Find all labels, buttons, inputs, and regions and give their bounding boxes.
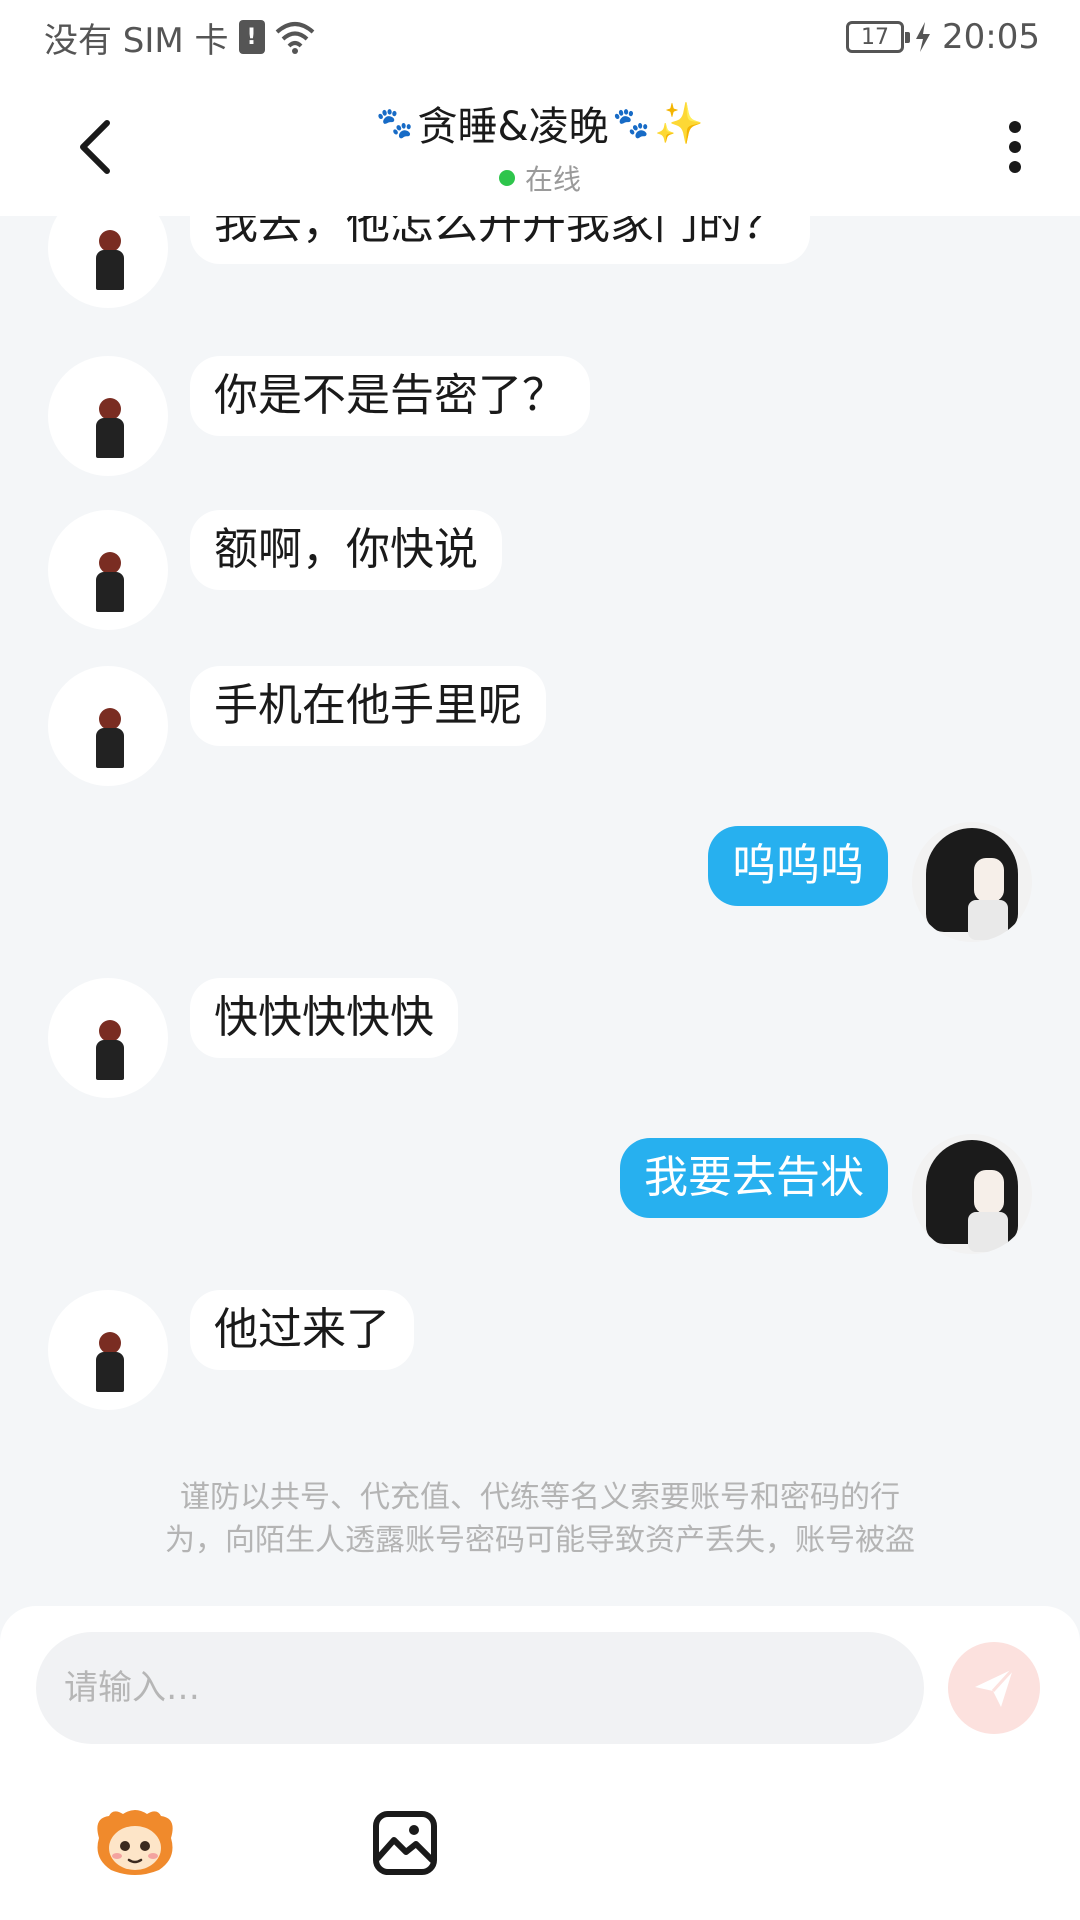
paw-icon: 🐾 (612, 105, 651, 141)
security-notice-line: 谨防以共号、代充值、代练等名义索要账号和密码的行 (180, 1480, 900, 1515)
message-received: 快快快快快 (48, 978, 458, 1098)
status-left: 没有 SIM 卡 ! (44, 13, 315, 62)
contact-avatar[interactable] (48, 1290, 168, 1410)
emoji-button[interactable] (90, 1798, 180, 1888)
message-received: 他过来了 (48, 1290, 414, 1410)
charging-icon (916, 22, 931, 52)
message-sent: 呜呜呜 (708, 822, 1032, 942)
message-received: 你是不是告密了？ (48, 356, 590, 476)
message-bubble[interactable]: 我要去告状 (620, 1138, 888, 1218)
online-dot-icon (498, 170, 515, 186)
chat-title: 🐾 贪睡&凌晚 🐾 ✨ (376, 94, 704, 152)
message-bubble[interactable]: 手机在他手里呢 (190, 666, 546, 746)
security-notice: 谨防以共号、代充值、代练等名义索要账号和密码的行 为，向陌生人透露账号密码可能导… (80, 1476, 1000, 1562)
image-icon (373, 1811, 437, 1875)
my-avatar[interactable] (912, 822, 1032, 942)
wifi-icon (275, 22, 314, 54)
contact-avatar[interactable] (48, 510, 168, 630)
message-bubble[interactable]: 快快快快快 (190, 978, 458, 1058)
more-options-button[interactable] (990, 112, 1040, 182)
clock: 20:05 (942, 17, 1040, 57)
more-vertical-icon (1009, 121, 1021, 173)
title-block: 🐾 贪睡&凌晚 🐾 ✨ 在线 (0, 94, 1080, 198)
status-bar: 没有 SIM 卡 ! 17 20:05 (0, 0, 1080, 74)
paw-icon: 🐾 (376, 105, 414, 141)
contact-avatar[interactable] (48, 216, 168, 308)
message-bubble[interactable]: 额啊，你快说 (190, 510, 502, 590)
contact-avatar[interactable] (48, 356, 168, 476)
composer-panel (0, 1606, 1080, 1920)
mascot-emoji-icon (97, 1810, 173, 1875)
message-received: 我去，他怎么开开我家门的？ (48, 216, 810, 308)
sim-alert-icon: ! (238, 20, 265, 54)
my-avatar[interactable] (912, 1134, 1032, 1254)
message-sent: 我要去告状 (620, 1134, 1032, 1254)
battery-icon: 17 (846, 21, 911, 53)
status-right: 17 20:05 (846, 17, 1040, 57)
message-input[interactable] (36, 1632, 924, 1744)
message-bubble[interactable]: 呜呜呜 (708, 826, 888, 906)
battery-level: 17 (861, 24, 890, 50)
message-bubble[interactable]: 我去，他怎么开开我家门的？ (190, 216, 810, 264)
contact-avatar[interactable] (48, 978, 168, 1098)
message-bubble[interactable]: 他过来了 (190, 1290, 414, 1370)
chat-title-text: 贪睡&凌晚 (417, 104, 609, 150)
message-received: 额啊，你快说 (48, 510, 502, 630)
contact-avatar[interactable] (48, 666, 168, 786)
carrier-text: 没有 SIM 卡 (44, 20, 229, 61)
image-picker-button[interactable] (360, 1798, 450, 1888)
sparkle-icon: ✨ (654, 100, 704, 147)
online-status: 在线 (0, 158, 1080, 198)
message-received: 手机在他手里呢 (48, 666, 546, 786)
message-list[interactable]: 我去，他怎么开开我家门的？ 你是不是告密了？ 额啊，你快说 手机在他手里呢 呜呜… (0, 216, 1080, 1606)
message-bubble[interactable]: 你是不是告密了？ (190, 356, 590, 436)
online-status-text: 在线 (524, 163, 581, 196)
security-notice-line: 为，向陌生人透露账号密码可能导致资产丢失，账号被盗 (165, 1523, 915, 1558)
chat-header: 🐾 贪睡&凌晚 🐾 ✨ 在线 (0, 74, 1080, 216)
send-icon (975, 1667, 1015, 1707)
send-button[interactable] (948, 1642, 1040, 1734)
